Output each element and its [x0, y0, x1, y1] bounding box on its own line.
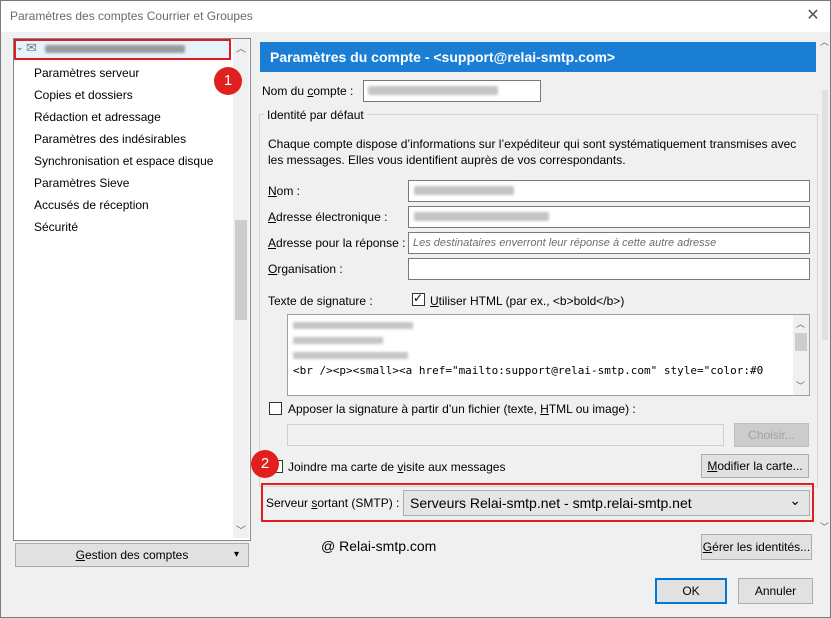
- dropdown-arrow-icon: ▾: [233, 549, 239, 560]
- signature-scrollbar-thumb[interactable]: [795, 333, 807, 351]
- email-redacted-value: [414, 212, 549, 221]
- signature-redacted-line: [293, 352, 408, 359]
- checkmark-icon: ✓: [413, 291, 424, 305]
- account-name-field[interactable]: [363, 80, 541, 102]
- scroll-down-icon[interactable]: ﹀: [236, 522, 246, 537]
- file-signature-checkbox[interactable]: [269, 402, 282, 415]
- scroll-up-icon[interactable]: ︿: [236, 40, 246, 55]
- annotation-box-account: [14, 39, 231, 60]
- window-title: Paramètres des comptes Courrier et Group…: [10, 9, 253, 23]
- edit-card-button[interactable]: Modifier la carte...: [701, 454, 809, 478]
- annotation-box-smtp: [261, 483, 814, 522]
- email-label: Adresse électronique :: [268, 210, 388, 224]
- identity-legend: Identité par défaut: [264, 108, 367, 122]
- manage-accounts-label: estion des comptes: [84, 548, 189, 562]
- annotation-badge-2: 2: [251, 450, 279, 478]
- name-field[interactable]: [408, 180, 810, 202]
- sidebar-item[interactable]: Paramètres serveur: [34, 66, 139, 80]
- sidebar-item[interactable]: Sécurité: [34, 220, 78, 234]
- signature-scroll-up-icon[interactable]: ︿: [796, 317, 805, 330]
- dialog-scrollbar-thumb[interactable]: [822, 90, 828, 340]
- account-settings-header: Paramètres du compte - <support@relai-sm…: [260, 42, 816, 72]
- dialog-scroll-down-icon[interactable]: ﹀: [820, 520, 829, 533]
- watermark-text: @ Relai-smtp.com: [321, 538, 437, 554]
- file-signature-label[interactable]: Apposer la signature à partir d’un fichi…: [288, 402, 636, 416]
- account-name-label: Nom du compte :: [262, 84, 354, 98]
- dialog-scroll-up-icon[interactable]: ︿: [820, 35, 829, 48]
- use-html-label[interactable]: Utiliser HTML (par ex., <b>bold</b>): [430, 294, 624, 308]
- signature-scroll-down-icon[interactable]: ﹀: [796, 379, 805, 392]
- reply-to-label: Adresse pour la réponse :: [268, 236, 406, 250]
- close-icon[interactable]: ✕: [802, 5, 824, 27]
- sidebar-item[interactable]: Paramètres des indésirables: [34, 132, 186, 146]
- sidebar-item[interactable]: Copies et dossiers: [34, 88, 133, 102]
- identity-description: Chaque compte dispose d’informations sur…: [268, 137, 797, 167]
- manage-accounts-mnemonic: G: [75, 548, 85, 562]
- signature-redacted-line: [293, 337, 383, 344]
- signature-code-line: <br /><p><small><a href="mailto:support@…: [293, 364, 764, 377]
- signature-text-area[interactable]: <br /><p><small><a href="mailto:support@…: [287, 314, 810, 396]
- annotation-badge-1: 1: [214, 67, 242, 95]
- name-label: Nom :: [268, 184, 301, 198]
- account-name-redacted-value: [368, 86, 498, 95]
- choose-file-button: Choisir...: [734, 423, 809, 447]
- manage-identities-button[interactable]: Gérer les identités...: [701, 534, 812, 560]
- vcard-label[interactable]: Joindre ma carte de visite aux messages: [288, 460, 505, 474]
- use-html-checkbox[interactable]: ✓: [412, 291, 425, 306]
- signature-file-path: [287, 424, 724, 446]
- sidebar-item[interactable]: Accusés de réception: [34, 198, 149, 212]
- cancel-button[interactable]: Annuler: [738, 578, 813, 604]
- email-field[interactable]: [408, 206, 810, 228]
- organization-label: Organisation :: [268, 262, 343, 276]
- sidebar-item[interactable]: Paramètres Sieve: [34, 176, 129, 190]
- title-bar: Paramètres des comptes Courrier et Group…: [1, 1, 830, 32]
- tree-scrollbar-thumb[interactable]: [235, 220, 247, 320]
- manage-accounts-button[interactable]: Gestion des comptes ▾: [15, 543, 249, 567]
- reply-to-field[interactable]: Les destinataires enverront leur réponse…: [408, 232, 810, 254]
- signature-redacted-line: [293, 322, 413, 329]
- sidebar-item[interactable]: Rédaction et adressage: [34, 110, 161, 124]
- signature-label: Texte de signature :: [268, 294, 373, 308]
- sidebar-item[interactable]: Synchronisation et espace disque: [34, 154, 213, 168]
- ok-button[interactable]: OK: [655, 578, 727, 604]
- name-redacted-value: [414, 186, 514, 195]
- organization-field[interactable]: [408, 258, 810, 280]
